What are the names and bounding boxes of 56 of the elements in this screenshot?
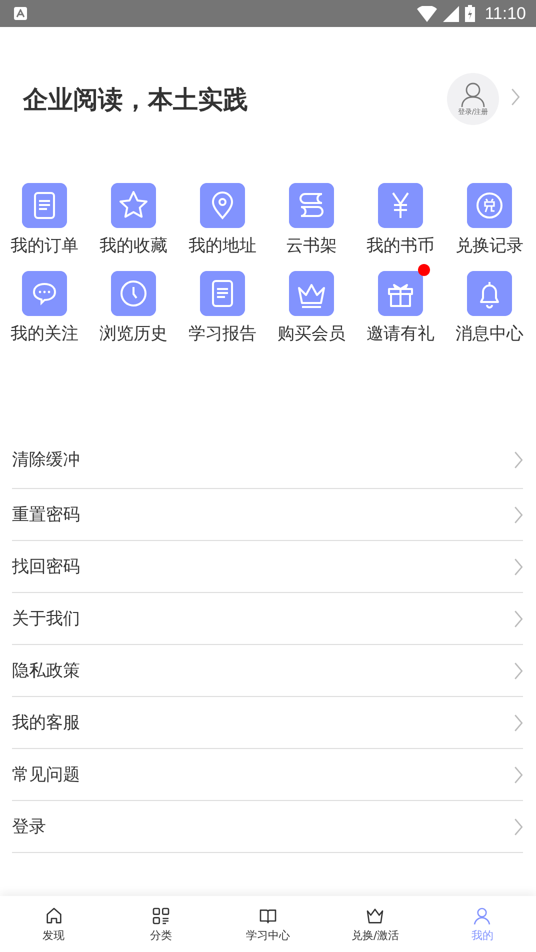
menu-row[interactable]: 登录	[12, 801, 523, 853]
menu-row[interactable]: 清除缓冲	[12, 431, 523, 489]
shortcut-label[interactable]: 学习报告	[188, 322, 256, 345]
bell-icon[interactable]	[467, 271, 512, 316]
shortcut-label[interactable]: 我的书币	[366, 234, 434, 257]
chevron-right-icon	[511, 88, 520, 106]
chevron-right-icon	[514, 610, 523, 628]
menu-row[interactable]: 常见问题	[12, 749, 523, 801]
chevron-right-icon	[514, 450, 523, 468]
shortcut-label[interactable]: 我的订单	[10, 234, 78, 257]
yen-icon[interactable]	[378, 183, 423, 228]
signal-icon	[442, 6, 459, 22]
location-pin-icon[interactable]	[200, 183, 245, 228]
crown-icon	[365, 906, 386, 926]
menu-row[interactable]: 隐私政策	[12, 645, 523, 697]
crown-icon[interactable]	[289, 271, 334, 316]
chevron-right-icon	[514, 714, 523, 732]
shortcut-label[interactable]: 消息中心	[456, 322, 524, 345]
shortcut-label[interactable]: 我的收藏	[100, 234, 168, 257]
tab-bar-item[interactable]: 发现	[0, 896, 108, 952]
tab-bar-item[interactable]: 学习中心	[214, 896, 322, 952]
chevron-right-icon	[514, 766, 523, 784]
chevron-right-icon	[514, 506, 523, 524]
menu-row[interactable]: 重置密码	[12, 489, 523, 541]
clock-icon[interactable]	[111, 271, 156, 316]
chevron-right-icon	[514, 818, 523, 836]
app-notification-icon	[14, 7, 27, 20]
star-icon[interactable]	[111, 183, 156, 228]
home-icon	[44, 906, 64, 926]
chevron-right-icon	[514, 662, 523, 680]
book-stack-icon[interactable]	[289, 183, 334, 228]
document-icon[interactable]	[22, 183, 67, 228]
shortcut-label[interactable]: 邀请有礼	[366, 322, 434, 345]
chat-bubble-icon[interactable]	[22, 271, 67, 316]
wifi-icon	[416, 6, 437, 22]
document-icon[interactable]	[200, 271, 245, 316]
page-heading: 企业阅读，本土实践	[23, 84, 249, 116]
menu-row[interactable]: 我的客服	[12, 697, 523, 749]
menu-row[interactable]: 关于我们	[12, 593, 523, 645]
shortcut-label[interactable]: 购买会员	[278, 322, 346, 345]
gift-icon[interactable]	[378, 271, 423, 316]
clock-time: 11:10	[484, 4, 526, 24]
shortcut-label[interactable]: 兑换记录	[456, 234, 524, 257]
shortcut-label[interactable]: 云书架	[286, 234, 337, 257]
chevron-right-icon	[514, 558, 523, 576]
grid-icon	[150, 906, 171, 926]
coupon-circle-icon[interactable]	[467, 183, 512, 228]
shortcut-label[interactable]: 我的关注	[10, 322, 78, 345]
person-icon	[461, 82, 485, 108]
person-icon	[472, 906, 492, 926]
battery-icon	[464, 5, 475, 22]
tab-bar-item[interactable]: 兑换/激活	[322, 896, 429, 952]
shortcut-label[interactable]: 我的地址	[188, 234, 256, 257]
tab-bar-item[interactable]: 分类	[107, 896, 214, 952]
menu-row[interactable]: 找回密码	[12, 541, 523, 593]
shortcut-label[interactable]: 浏览历史	[100, 322, 168, 345]
